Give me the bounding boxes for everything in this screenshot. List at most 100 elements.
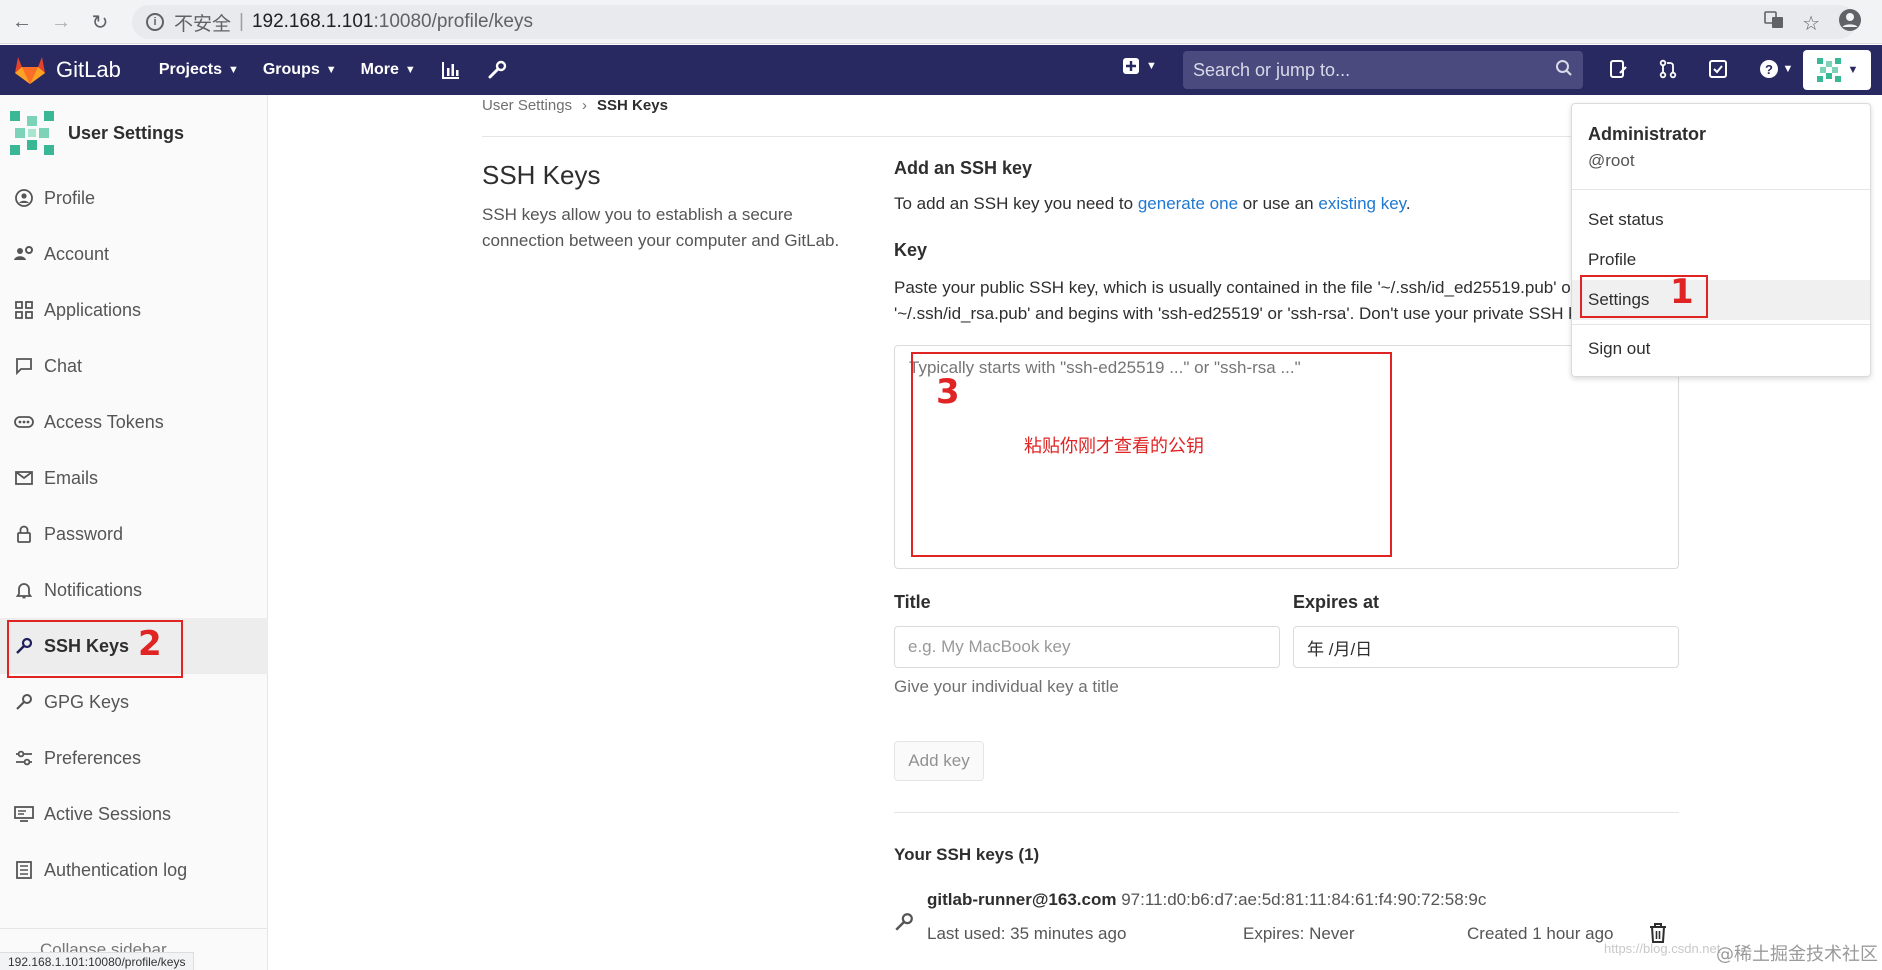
- chevron-right-icon: ›: [582, 97, 588, 114]
- sidebar-item-label: Notifications: [44, 579, 143, 600]
- sidebar-item-notifications[interactable]: Notifications: [0, 562, 268, 618]
- chevron-down-icon: ▼: [1782, 63, 1794, 75]
- existing-key-link[interactable]: existing key: [1318, 194, 1406, 213]
- key-title-row[interactable]: gitlab-runner@163.com 97:11:d0:b6:d7:ae:…: [927, 890, 1486, 910]
- sidebar-title: User Settings: [68, 122, 185, 143]
- key-last-used: Last used: 35 minutes ago: [927, 924, 1127, 943]
- divider: [482, 136, 1682, 137]
- new-item-dropdown[interactable]: ▼: [1122, 57, 1157, 75]
- key-icon: [894, 912, 914, 937]
- sidebar-item-gpg-keys[interactable]: GPG Keys: [0, 674, 268, 730]
- divider: [894, 812, 1679, 813]
- nav-more[interactable]: More ▼: [361, 61, 416, 79]
- user-avatar-dropdown[interactable]: ▼: [1803, 50, 1871, 90]
- add-key-button[interactable]: Add key: [894, 741, 984, 781]
- breadcrumb: User Settings › SSH Keys: [482, 97, 668, 114]
- sidebar-item-authentication-log[interactable]: Authentication log: [0, 842, 268, 898]
- token-icon: [14, 412, 34, 432]
- insecure-label: 不安全: [174, 13, 232, 35]
- monitor-icon: [14, 804, 34, 824]
- search-placeholder: Search or jump to...: [1193, 59, 1351, 80]
- sidebar-item-label: Profile: [44, 187, 96, 208]
- tanuki-icon: [15, 57, 45, 84]
- nav-groups-label: Groups: [262, 61, 320, 78]
- sidebar-item-preferences[interactable]: Preferences: [0, 730, 268, 786]
- sidebar-item-password[interactable]: Password: [0, 506, 268, 562]
- brand-name: GitLab: [56, 57, 121, 82]
- issues-icon[interactable]: [1604, 55, 1632, 83]
- sidebar-item-label: GPG Keys: [44, 691, 130, 712]
- nav-more-label: More: [360, 61, 399, 78]
- sidebar-item-applications[interactable]: Applications: [0, 282, 268, 338]
- lock-icon: [14, 524, 34, 544]
- breadcrumb-parent[interactable]: User Settings: [482, 97, 572, 114]
- chevron-down-icon: ▼: [1146, 60, 1157, 72]
- merge-requests-icon[interactable]: [1654, 55, 1682, 83]
- gitlab-logo[interactable]: GitLab: [14, 55, 121, 85]
- avatar: [1816, 58, 1841, 82]
- plus-square-icon: [1123, 58, 1139, 74]
- sidebar-item-access-tokens[interactable]: Access Tokens: [0, 394, 268, 450]
- title-input[interactable]: e.g. My MacBook key: [894, 626, 1280, 668]
- envelope-icon: [14, 468, 34, 488]
- forward-icon[interactable]: →: [47, 8, 75, 36]
- watermark-url: https://blog.csdn.net: [1604, 941, 1721, 956]
- settings-sidebar: User Settings Profile Account Applicatio…: [0, 95, 268, 970]
- generate-one-link[interactable]: generate one: [1138, 194, 1238, 213]
- todos-icon[interactable]: [1704, 55, 1732, 83]
- add-key-description: To add an SSH key you need to generate o…: [894, 194, 1411, 214]
- sidebar-item-label: Active Sessions: [44, 803, 172, 824]
- add-desc-text: or use an: [1238, 194, 1319, 213]
- account-gear-icon: [14, 244, 34, 264]
- url-path: :10080/profile/keys: [373, 11, 533, 32]
- annotation-number: 3: [936, 372, 960, 412]
- expires-date-input[interactable]: 年 /月/日: [1293, 626, 1679, 668]
- sidebar-item-chat[interactable]: Chat: [0, 338, 268, 394]
- key-name[interactable]: gitlab-runner@163.com: [927, 890, 1116, 909]
- admin-wrench-icon[interactable]: [486, 59, 508, 81]
- expires-value: 年 /月/日: [1307, 639, 1373, 659]
- sidebar-item-label: Account: [44, 243, 110, 264]
- annotation-number: 1: [1670, 272, 1694, 312]
- search-icon: [1555, 59, 1573, 82]
- sidebar-item-emails[interactable]: Emails: [0, 450, 268, 506]
- help-icon[interactable]: ? ▼: [1754, 55, 1798, 83]
- your-keys-heading: Your SSH keys (1): [894, 845, 1040, 864]
- expires-label: Expires at: [1293, 592, 1380, 612]
- info-icon[interactable]: i: [146, 13, 164, 31]
- account-profile-icon[interactable]: [1838, 8, 1862, 38]
- sidebar-item-profile[interactable]: Profile: [0, 170, 268, 226]
- sidebar-header[interactable]: User Settings: [0, 95, 267, 171]
- chevron-down-icon: ▼: [404, 64, 416, 76]
- search-input[interactable]: Search or jump to...: [1183, 51, 1583, 89]
- log-icon: [14, 860, 34, 880]
- menu-item-profile[interactable]: Profile: [1572, 240, 1870, 280]
- sidebar-item-account[interactable]: Account: [0, 226, 268, 282]
- user-name: Administrator: [1588, 124, 1707, 144]
- activity-chart-icon[interactable]: [440, 59, 462, 81]
- sliders-icon: [14, 748, 34, 768]
- back-icon[interactable]: ←: [8, 8, 36, 36]
- chevron-down-icon: ▼: [227, 64, 239, 76]
- reload-icon[interactable]: ↻: [86, 8, 114, 36]
- sidebar-item-label: Password: [44, 523, 124, 544]
- apps-grid-icon: [14, 300, 34, 320]
- bell-icon: [14, 580, 34, 600]
- chevron-down-icon: ▼: [1847, 64, 1859, 76]
- url-host: 192.168.1.101: [251, 11, 374, 32]
- nav-projects-label: Projects: [158, 61, 222, 78]
- key-label: Key: [894, 240, 928, 260]
- key-icon: [14, 692, 34, 712]
- breadcrumb-current[interactable]: SSH Keys: [597, 97, 668, 114]
- title-label: Title: [894, 592, 931, 612]
- menu-item-sign-out[interactable]: Sign out: [1572, 329, 1870, 369]
- translate-icon[interactable]: [1764, 10, 1784, 36]
- user-menu-header[interactable]: Administrator @root: [1572, 104, 1870, 190]
- address-bar[interactable]: i 不安全 | 192.168.1.101 :10080/profile/key…: [132, 5, 1856, 39]
- nav-groups[interactable]: Groups ▼: [263, 61, 337, 79]
- nav-projects[interactable]: Projects ▼: [159, 61, 239, 79]
- bookmark-star-icon[interactable]: ☆: [1802, 11, 1820, 36]
- sidebar-item-active-sessions[interactable]: Active Sessions: [0, 786, 268, 842]
- menu-item-set-status[interactable]: Set status: [1572, 200, 1870, 240]
- chevron-down-icon: ▼: [325, 64, 337, 76]
